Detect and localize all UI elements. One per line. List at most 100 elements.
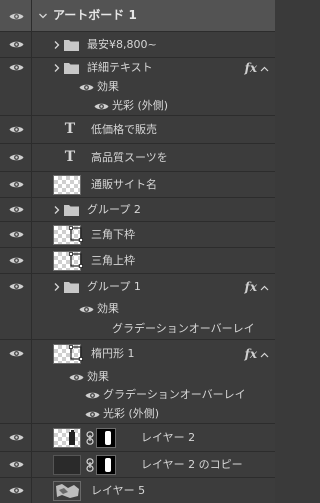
chevron-right-icon[interactable] — [52, 205, 62, 215]
visibility-column — [0, 300, 32, 318]
eye-icon[interactable] — [9, 63, 24, 72]
eye-icon[interactable] — [9, 205, 24, 214]
visibility-column — [0, 248, 32, 273]
layer-row-shape[interactable]: 楕円形 1 fx — [0, 340, 275, 368]
eye-icon[interactable] — [9, 433, 24, 442]
effects-label: 効果 — [87, 370, 109, 383]
vector-mask-icon — [69, 345, 83, 361]
chevron-up-icon[interactable] — [260, 350, 269, 359]
chevron-up-icon[interactable] — [260, 64, 269, 73]
visibility-column — [0, 386, 32, 404]
fx-icon[interactable]: fx — [245, 61, 257, 75]
layer-row-shape[interactable]: 三角下枠 — [0, 222, 275, 248]
effect-label: 光彩 (外側) — [103, 407, 160, 420]
visibility-column — [0, 0, 32, 31]
effect-label: 光彩 (外側) — [112, 99, 169, 112]
visibility-column — [0, 452, 32, 477]
eye-icon[interactable] — [85, 409, 100, 418]
effect-row[interactable]: グラデーションオーバーレイ — [0, 386, 275, 404]
layer-row-text[interactable]: T 高品質スーツを — [0, 144, 275, 172]
layer-row-pixel[interactable]: レイヤー 5 — [0, 478, 275, 503]
layers-panel: アートボード 1 最安¥8,800~ 詳細テキスト fx 効果 光彩 (外側) … — [0, 0, 275, 503]
eye-icon[interactable] — [9, 125, 24, 134]
effect-row[interactable]: 光彩 (外側) — [0, 404, 275, 424]
effects-label: 効果 — [97, 80, 119, 93]
layer-row-group[interactable]: グループ 2 — [0, 198, 275, 222]
layer-label: レイヤー 2 のコピー — [141, 458, 243, 471]
link-icon[interactable] — [86, 431, 94, 445]
layer-row-shape[interactable]: 三角上枠 — [0, 248, 275, 274]
eye-icon[interactable] — [9, 180, 24, 189]
folder-icon — [64, 39, 79, 51]
chevron-up-icon[interactable] — [260, 283, 269, 292]
visibility-column — [0, 172, 32, 197]
layer-row-text[interactable]: T 低価格で販売 — [0, 116, 275, 144]
eye-icon[interactable] — [94, 101, 109, 110]
layer-label: 低価格で販売 — [91, 123, 157, 136]
layer-label: 詳細テキスト — [87, 61, 153, 74]
visibility-column — [0, 96, 32, 115]
eye-icon[interactable] — [9, 460, 24, 469]
chevron-right-icon[interactable] — [52, 282, 62, 292]
visibility-column — [0, 32, 32, 57]
effects-row: 効果 — [0, 300, 275, 318]
layer-row-pixel[interactable]: レイヤー 2 のコピー — [0, 452, 275, 478]
vector-mask-icon — [69, 226, 83, 242]
visibility-column — [0, 424, 32, 451]
effects-row: 効果 — [0, 368, 275, 386]
text-type-icon: T — [64, 149, 76, 165]
layer-label: 三角上枠 — [91, 254, 135, 267]
visibility-column — [0, 478, 32, 503]
eye-icon[interactable] — [9, 349, 24, 358]
visibility-column — [0, 318, 32, 339]
visibility-column — [0, 144, 32, 171]
eye-icon[interactable] — [85, 390, 100, 399]
eye-icon[interactable] — [9, 486, 24, 495]
layer-row-pixel[interactable]: 通販サイト名 — [0, 172, 275, 198]
layer-thumbnail — [53, 175, 81, 195]
layer-row-group[interactable]: 詳細テキスト fx — [0, 58, 275, 78]
layer-mask-thumbnail[interactable] — [96, 428, 116, 448]
link-icon[interactable] — [86, 458, 94, 472]
eye-icon[interactable] — [9, 153, 24, 162]
eye-icon[interactable] — [9, 282, 24, 291]
layer-thumbnail — [53, 481, 81, 501]
layer-mask-thumbnail[interactable] — [96, 455, 116, 475]
text-type-icon: T — [64, 121, 76, 137]
eye-icon[interactable] — [79, 82, 94, 91]
visibility-column — [0, 404, 32, 423]
effects-row: 効果 — [0, 78, 275, 96]
effect-row[interactable]: 光彩 (外側) — [0, 96, 275, 116]
eye-icon[interactable] — [69, 372, 84, 381]
fx-icon[interactable]: fx — [245, 280, 257, 294]
eye-icon[interactable] — [9, 230, 24, 239]
chevron-right-icon[interactable] — [52, 40, 62, 50]
chevron-right-icon[interactable] — [52, 63, 62, 73]
layer-label: 通販サイト名 — [91, 178, 157, 191]
layer-row-pixel[interactable]: レイヤー 2 — [0, 424, 275, 452]
eye-icon[interactable] — [9, 256, 24, 265]
visibility-column — [0, 198, 32, 221]
eye-icon[interactable] — [79, 304, 94, 313]
layer-label: 最安¥8,800~ — [87, 38, 157, 51]
layer-label: グループ 2 — [87, 203, 141, 216]
visibility-column — [0, 78, 32, 96]
chevron-down-icon[interactable] — [38, 11, 48, 21]
layer-label: 楕円形 1 — [91, 347, 135, 360]
layer-row-group[interactable]: 最安¥8,800~ — [0, 32, 275, 58]
layer-row-group[interactable]: グループ 1 fx — [0, 274, 275, 300]
visibility-column — [0, 368, 32, 386]
fx-icon[interactable]: fx — [245, 347, 257, 361]
layer-row-artboard[interactable]: アートボード 1 — [0, 0, 275, 32]
folder-icon — [64, 204, 79, 216]
layer-label: レイヤー 5 — [91, 484, 146, 497]
effect-label: グラデーションオーバーレイ — [112, 322, 255, 335]
eye-icon[interactable] — [9, 40, 24, 49]
folder-icon — [64, 281, 79, 293]
eye-icon[interactable] — [9, 12, 24, 21]
effects-label: 効果 — [97, 302, 119, 315]
effect-row[interactable]: グラデーションオーバーレイ — [0, 318, 275, 340]
layer-label: 三角下枠 — [91, 228, 135, 241]
visibility-column — [0, 222, 32, 247]
layer-thumbnail — [53, 455, 81, 475]
